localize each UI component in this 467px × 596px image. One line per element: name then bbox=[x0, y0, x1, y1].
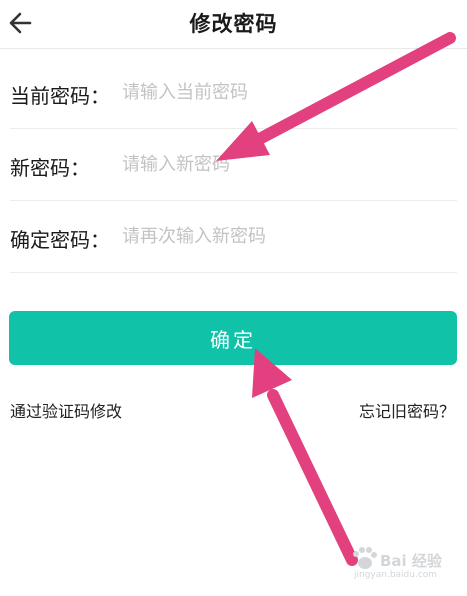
page-title: 修改密码 bbox=[189, 12, 278, 36]
forgot-password-link[interactable]: 忘记旧密码？ bbox=[359, 398, 455, 422]
confirm-button[interactable]: 确定 bbox=[9, 311, 457, 365]
baidu-jingyan-watermark: Bai 经验 jingyan.baidu.com bbox=[350, 542, 460, 582]
confirm-password-row: 确定密码： bbox=[10, 200, 457, 273]
confirm-password-label: 确定密码： bbox=[10, 228, 110, 252]
new-password-input[interactable] bbox=[122, 148, 442, 180]
confirm-password-input[interactable] bbox=[122, 220, 442, 252]
new-password-row: 新密码： bbox=[10, 128, 457, 201]
current-password-row: 当前密码： bbox=[10, 56, 457, 129]
change-password-screen: 修改密码 当前密码： 新密码： 确定密码： 确定 通过验证码修改 忘记旧密码？ bbox=[0, 0, 467, 596]
arrow-to-confirm-button bbox=[252, 348, 358, 566]
current-password-input[interactable] bbox=[122, 76, 442, 108]
watermark-url: jingyan.baidu.com bbox=[354, 570, 438, 580]
top-bar: 修改密码 bbox=[0, 0, 467, 49]
new-password-label: 新密码： bbox=[10, 156, 90, 180]
watermark-brand: Bai 经验 bbox=[380, 552, 442, 570]
current-password-label: 当前密码： bbox=[10, 84, 110, 108]
paw-logo-icon bbox=[353, 547, 377, 569]
verify-code-link[interactable]: 通过验证码修改 bbox=[10, 398, 122, 422]
